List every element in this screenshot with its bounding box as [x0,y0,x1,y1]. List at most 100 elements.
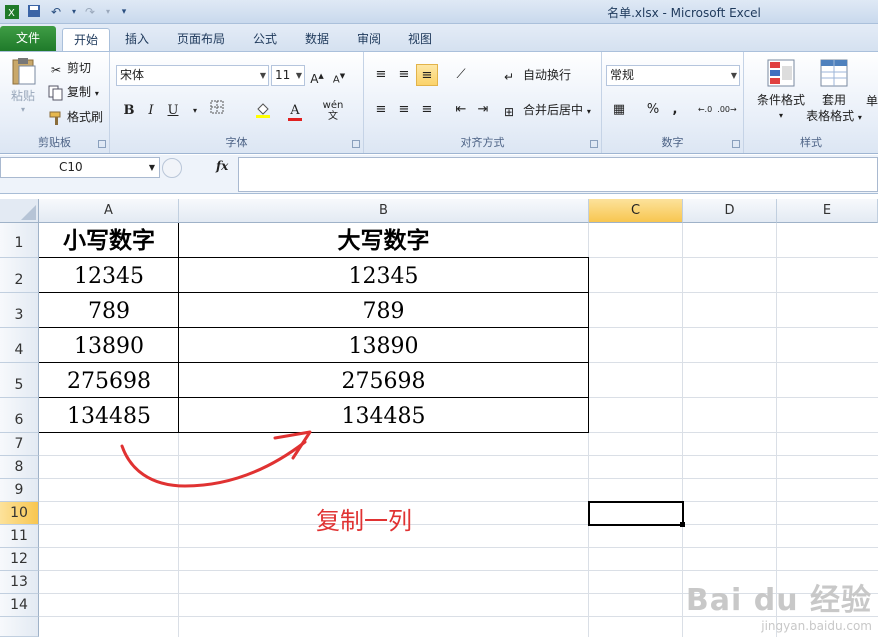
chevron-down-icon: ▼ [295,71,302,80]
selected-cell-c10[interactable] [588,501,684,526]
borders-icon[interactable] [206,100,228,122]
copy-button[interactable]: 复制 ▾ [48,83,99,103]
font-size-select[interactable]: 11 ▼ [271,65,305,86]
tab-formulas[interactable]: 公式 [244,28,286,51]
format-painter-button[interactable]: 格式刷 [48,108,103,126]
cell-b5[interactable]: 275698 [179,363,588,397]
cell-b3[interactable]: 789 [179,293,588,327]
align-right-icon[interactable]: ≡ [416,99,438,121]
align-left-icon[interactable]: ≡ [370,99,392,121]
formula-input[interactable] [238,157,878,192]
merge-center-button[interactable]: ⊞ 合并后居中 ▾ [504,101,591,121]
gridline [39,501,878,502]
column-header-d[interactable]: D [683,199,777,223]
currency-icon[interactable]: ▦ [608,99,630,121]
wrap-text-button[interactable]: ↵ 自动换行 [504,66,571,84]
row-header-6[interactable]: 6 [0,398,39,433]
annotation-text: 复制一列 [316,507,412,535]
gridline [682,223,683,637]
grow-font-button[interactable]: A▲ [306,65,328,87]
insert-function-button[interactable]: fx [216,159,234,177]
number-format-select[interactable]: 常规 ▼ [606,65,740,86]
comma-button[interactable]: , [664,99,686,121]
decrease-decimal-icon[interactable]: .00→ [716,99,738,121]
align-top-icon[interactable]: ≡ [370,64,392,86]
gridline [39,524,878,525]
phonetic-guide-icon[interactable]: wén 文 [322,100,344,122]
alignment-launcher-icon[interactable] [590,140,598,148]
spreadsheet-grid[interactable]: A B C D E 1 2 3 4 5 6 7 8 9 10 11 12 13 … [0,199,878,637]
merge-icon: ⊞ [504,104,515,119]
tab-view[interactable]: 视图 [399,28,441,51]
row-header-7[interactable]: 7 [0,433,39,456]
row-header-12[interactable]: 12 [0,548,39,571]
increase-decimal-icon[interactable]: ←.0 [694,99,716,121]
tab-home[interactable]: 开始 [62,28,110,51]
increase-indent-icon[interactable]: ⇥ [472,99,494,121]
cell-b2[interactable]: 12345 [179,258,588,292]
select-all-corner[interactable] [0,199,39,223]
watermark-brand: Bai du 经验 [685,583,872,618]
chevron-down-icon: ▼ [148,163,155,172]
font-color-icon[interactable]: A [284,100,306,122]
styles-group: 条件格式 ▾ 套用 表格格式 ▾ 单 样式 [744,52,878,153]
format-as-table-button[interactable]: 套用 表格格式 ▾ [806,58,862,126]
align-center-icon[interactable]: ≡ [393,99,415,121]
row-header-9[interactable]: 9 [0,479,39,502]
column-header-c[interactable]: C [589,199,683,223]
cell-a5[interactable]: 275698 [40,363,178,397]
window-title: 名单.xlsx - Microsoft Excel [607,6,761,20]
row-header-8[interactable]: 8 [0,456,39,479]
row-header-1[interactable]: 1 [0,223,39,258]
cell-a4[interactable]: 13890 [40,328,178,362]
row-header-15[interactable] [0,617,39,637]
shrink-font-button[interactable]: A▼ [328,65,350,87]
paste-button[interactable]: 粘贴 ▾ [6,56,40,117]
row-header-13[interactable]: 13 [0,571,39,594]
conditional-format-icon [750,58,812,92]
row-header-14[interactable]: 14 [0,594,39,617]
column-header-b[interactable]: B [179,199,589,223]
tab-file[interactable]: 文件 [0,26,56,51]
orientation-icon[interactable]: ⟋ [450,64,472,86]
conditional-format-button[interactable]: 条件格式 ▾ [750,58,812,124]
underline-dropdown-icon[interactable]: ▾ [184,100,206,122]
annotation-arrow-icon [120,430,312,488]
font-launcher-icon[interactable] [352,140,360,148]
row-header-3[interactable]: 3 [0,293,39,328]
cell-styles-button[interactable]: 单 [866,92,878,110]
cell-a2[interactable]: 12345 [40,258,178,292]
underline-button[interactable]: U [162,100,184,122]
number-group-label: 数字 [661,136,684,149]
row-header-11[interactable]: 11 [0,525,39,548]
name-box[interactable]: C10 ▼ [0,157,160,178]
column-header-a[interactable]: A [39,199,179,223]
tab-data[interactable]: 数据 [296,28,338,51]
cell-a3[interactable]: 789 [40,293,178,327]
align-bottom-icon[interactable]: ≡ [416,64,438,86]
tab-page-layout[interactable]: 页面布局 [170,28,232,51]
row-header-4[interactable]: 4 [0,328,39,363]
bold-button[interactable]: B [118,100,140,122]
tab-review[interactable]: 审阅 [348,28,390,51]
clipboard-launcher-icon[interactable] [98,140,106,148]
column-header-e[interactable]: E [777,199,878,223]
cell-b1[interactable]: 大写数字 [179,225,588,257]
decrease-indent-icon[interactable]: ⇤ [450,99,472,121]
fill-color-icon[interactable] [252,100,274,122]
align-middle-icon[interactable]: ≡ [393,64,415,86]
tab-insert[interactable]: 插入 [116,28,158,51]
formula-bar-splitter-icon[interactable] [162,158,182,178]
alignment-group-label: 对齐方式 [460,136,505,149]
number-launcher-icon[interactable] [732,140,740,148]
row-header-2[interactable]: 2 [0,258,39,293]
row-header-5[interactable]: 5 [0,363,39,398]
cell-a1[interactable]: 小写数字 [40,225,178,257]
cut-button[interactable]: ✂ 剪切 [48,59,91,77]
row-header-10[interactable]: 10 [0,502,39,525]
fill-handle[interactable] [680,522,685,527]
cell-b4[interactable]: 13890 [179,328,588,362]
font-name-select[interactable]: 宋体 ▼ [116,65,269,86]
italic-button[interactable]: I [140,100,162,122]
percent-button[interactable]: % [642,99,664,121]
